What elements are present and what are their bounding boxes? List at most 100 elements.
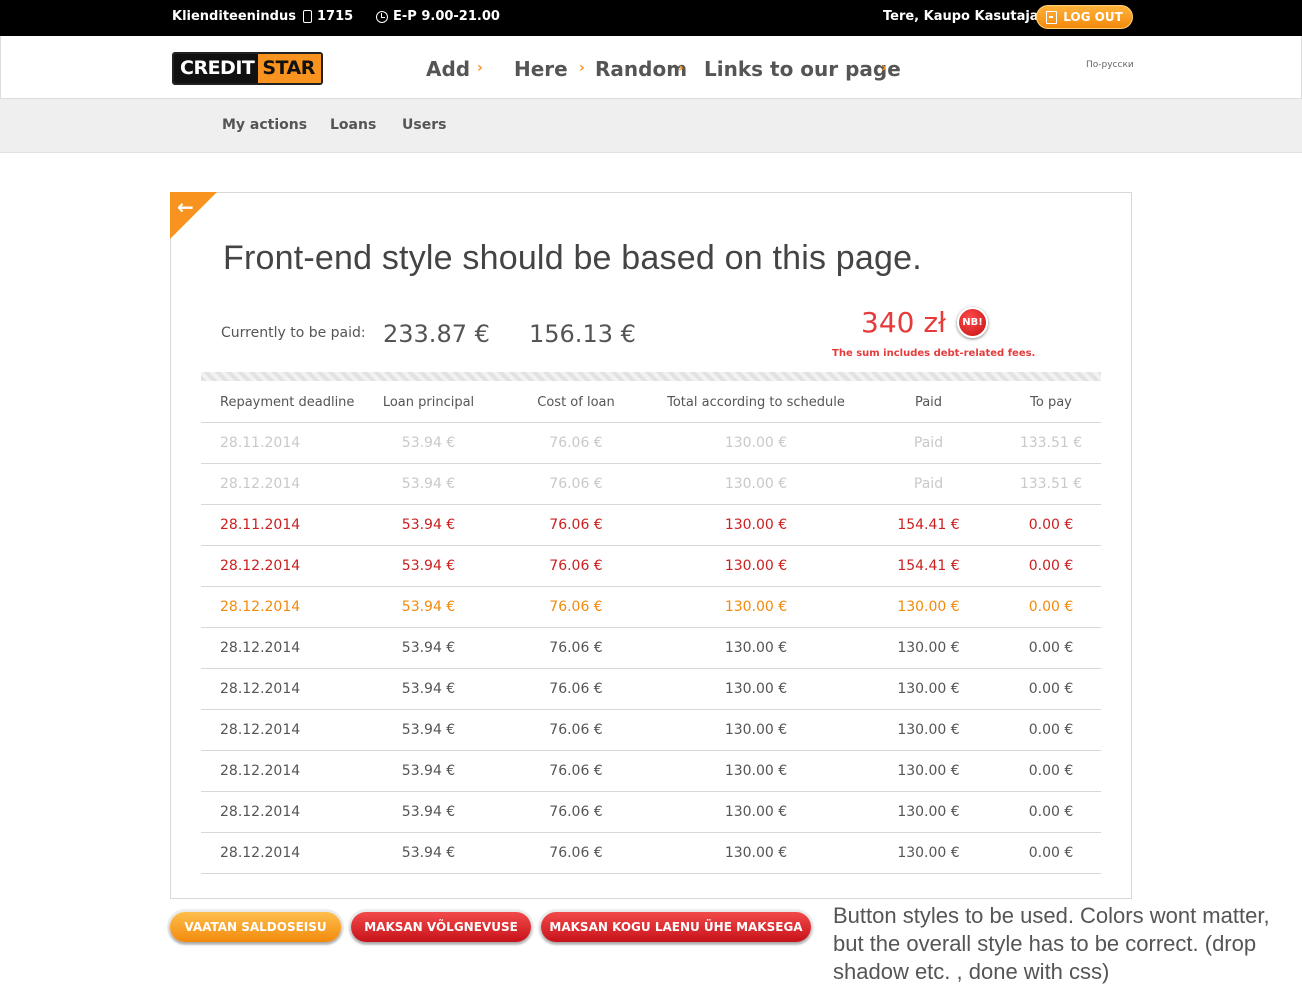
cell-principal: 53.94 € <box>361 627 496 669</box>
repayment-table: Repayment deadline Loan principal Cost o… <box>201 383 1101 874</box>
cell-to-pay: 0.00 € <box>1001 750 1101 792</box>
col-header-paid: Paid <box>856 383 1001 423</box>
nb-badge[interactable]: NB! <box>957 307 988 338</box>
cell-total: 130.00 € <box>656 422 856 464</box>
nav-item-add[interactable]: Add <box>426 57 470 81</box>
opening-hours: E-P 9.00-21.00 <box>393 9 500 24</box>
cell-principal: 53.94 € <box>361 504 496 546</box>
table-row: 28.12.2014 53.94 €76.06 €130.00 €130.00 €… <box>201 668 1101 710</box>
cell-principal: 53.94 € <box>361 750 496 792</box>
logout-button[interactable]: LOG OUT <box>1036 5 1133 29</box>
cell-to-pay: 0.00 € <box>1001 709 1101 751</box>
cell-to-pay: 0.00 € <box>1001 545 1101 587</box>
cell-paid: 130.00 € <box>856 709 1001 751</box>
nav-item-random[interactable]: Random <box>595 57 687 81</box>
chevron-right-icon: › <box>678 60 684 76</box>
phone-number: 1715 <box>317 9 354 24</box>
cell-to-pay: 133.51 € <box>1001 463 1101 505</box>
cell-cost: 76.06 € <box>496 422 656 464</box>
cell-principal: 53.94 € <box>361 545 496 587</box>
subnav-loans[interactable]: Loans <box>330 117 376 133</box>
cell-deadline: 28.12.2014 <box>201 545 361 587</box>
back-arrow-icon: ← <box>177 195 194 219</box>
cell-principal: 53.94 € <box>361 422 496 464</box>
nav-item-here[interactable]: Here <box>514 57 568 81</box>
cell-to-pay: 0.00 € <box>1001 791 1101 833</box>
view-balance-button[interactable]: VAATAN SALDOSEISU <box>170 912 341 942</box>
pay-debt-button[interactable]: MAKSAN VÕLGNEVUSE <box>351 912 531 942</box>
table-row: 28.12.2014 53.94 €76.06 €130.00 €130.00 €… <box>201 791 1101 833</box>
subnav-users[interactable]: Users <box>402 117 446 133</box>
table-header-row: Repayment deadline Loan principal Cost o… <box>201 383 1101 423</box>
cell-cost: 76.06 € <box>496 791 656 833</box>
cell-to-pay: 0.00 € <box>1001 832 1101 874</box>
nav-item-links[interactable]: Links to our page <box>704 57 901 81</box>
cell-paid: 130.00 € <box>856 627 1001 669</box>
top-bar: Klienditeenindus 1715 E-P 9.00-21.00 Ter… <box>0 0 1302 36</box>
cell-deadline: 28.12.2014 <box>201 791 361 833</box>
col-header-deadline: Repayment deadline <box>201 383 361 423</box>
cell-deadline: 28.12.2014 <box>201 709 361 751</box>
table-row: 28.11.2014 53.94 €76.06 €130.00 € Paid 133.… <box>201 422 1101 464</box>
logout-icon <box>1046 10 1058 24</box>
cell-paid: Paid <box>856 463 1001 505</box>
loan-schedule-card: ← Front-end style should be based on thi… <box>170 192 1132 899</box>
striped-divider <box>201 372 1101 381</box>
table-row: 28.12.2014 53.94 €76.06 €130.00 € Paid 133.… <box>201 463 1101 505</box>
cell-paid: 130.00 € <box>856 791 1001 833</box>
subnav-my-actions[interactable]: My actions <box>222 117 307 133</box>
language-switch[interactable]: По-русски <box>1086 60 1134 70</box>
amount-secondary: 156.13 € <box>529 320 636 348</box>
cell-principal: 53.94 € <box>361 709 496 751</box>
cell-principal: 53.94 € <box>361 463 496 505</box>
cell-to-pay: 133.51 € <box>1001 422 1101 464</box>
cell-cost: 76.06 € <box>496 545 656 587</box>
col-header-principal: Loan principal <box>361 383 496 423</box>
cell-to-pay: 0.00 € <box>1001 586 1101 628</box>
creditstar-logo[interactable]: CREDIT STAR <box>172 52 323 85</box>
cell-paid: 154.41 € <box>856 545 1001 587</box>
clock-icon <box>376 10 388 23</box>
cell-deadline: 28.12.2014 <box>201 627 361 669</box>
cell-deadline: 28.11.2014 <box>201 422 361 464</box>
cell-paid: 130.00 € <box>856 586 1001 628</box>
cell-deadline: 28.12.2014 <box>201 586 361 628</box>
cell-paid: 130.00 € <box>856 668 1001 710</box>
page-title: Front-end style should be based on this … <box>223 239 922 277</box>
cell-to-pay: 0.00 € <box>1001 504 1101 546</box>
sum-label: Currently to be paid: <box>221 325 366 341</box>
col-header-cost: Cost of loan <box>496 383 656 423</box>
cell-principal: 53.94 € <box>361 832 496 874</box>
logout-label: LOG OUT <box>1063 10 1123 24</box>
phone-icon <box>303 10 312 23</box>
logo-text-credit: CREDIT <box>174 54 259 83</box>
amount-primary: 233.87 € <box>383 320 490 348</box>
pay-full-loan-button[interactable]: MAKSAN KOGU LAENU ÜHE MAKSEGA <box>541 912 811 942</box>
cell-total: 130.00 € <box>656 463 856 505</box>
cell-total: 130.00 € <box>656 545 856 587</box>
cell-deadline: 28.12.2014 <box>201 750 361 792</box>
cell-total: 130.00 € <box>656 791 856 833</box>
table-row: 28.11.2014 53.94 €76.06 €130.00 €154.41 €… <box>201 504 1101 546</box>
due-note: The sum includes debt-related fees. <box>832 348 1036 359</box>
table-row: 28.12.2014 53.94 €76.06 €130.00 €130.00 €… <box>201 627 1101 669</box>
cell-cost: 76.06 € <box>496 504 656 546</box>
cell-total: 130.00 € <box>656 586 856 628</box>
main-header: CREDIT STAR Add › Here › Random › Links … <box>0 36 1302 99</box>
cell-total: 130.00 € <box>656 709 856 751</box>
cell-principal: 53.94 € <box>361 586 496 628</box>
cell-to-pay: 0.00 € <box>1001 627 1101 669</box>
table-row: 28.12.2014 53.94 €76.06 €130.00 €154.41 €… <box>201 545 1101 587</box>
cell-cost: 76.06 € <box>496 463 656 505</box>
cell-paid: Paid <box>856 422 1001 464</box>
table-row: 28.12.2014 53.94 €76.06 €130.00 €130.00 €… <box>201 832 1101 874</box>
cell-cost: 76.06 € <box>496 832 656 874</box>
cell-deadline: 28.12.2014 <box>201 463 361 505</box>
cell-deadline: 28.12.2014 <box>201 668 361 710</box>
style-note: Button styles to be used. Colors wont ma… <box>833 903 1270 984</box>
customer-service-label: Klienditeenindus <box>172 9 296 24</box>
cell-total: 130.00 € <box>656 668 856 710</box>
cell-cost: 76.06 € <box>496 750 656 792</box>
hours-info: E-P 9.00-21.00 <box>376 9 500 24</box>
cell-cost: 76.06 € <box>496 668 656 710</box>
